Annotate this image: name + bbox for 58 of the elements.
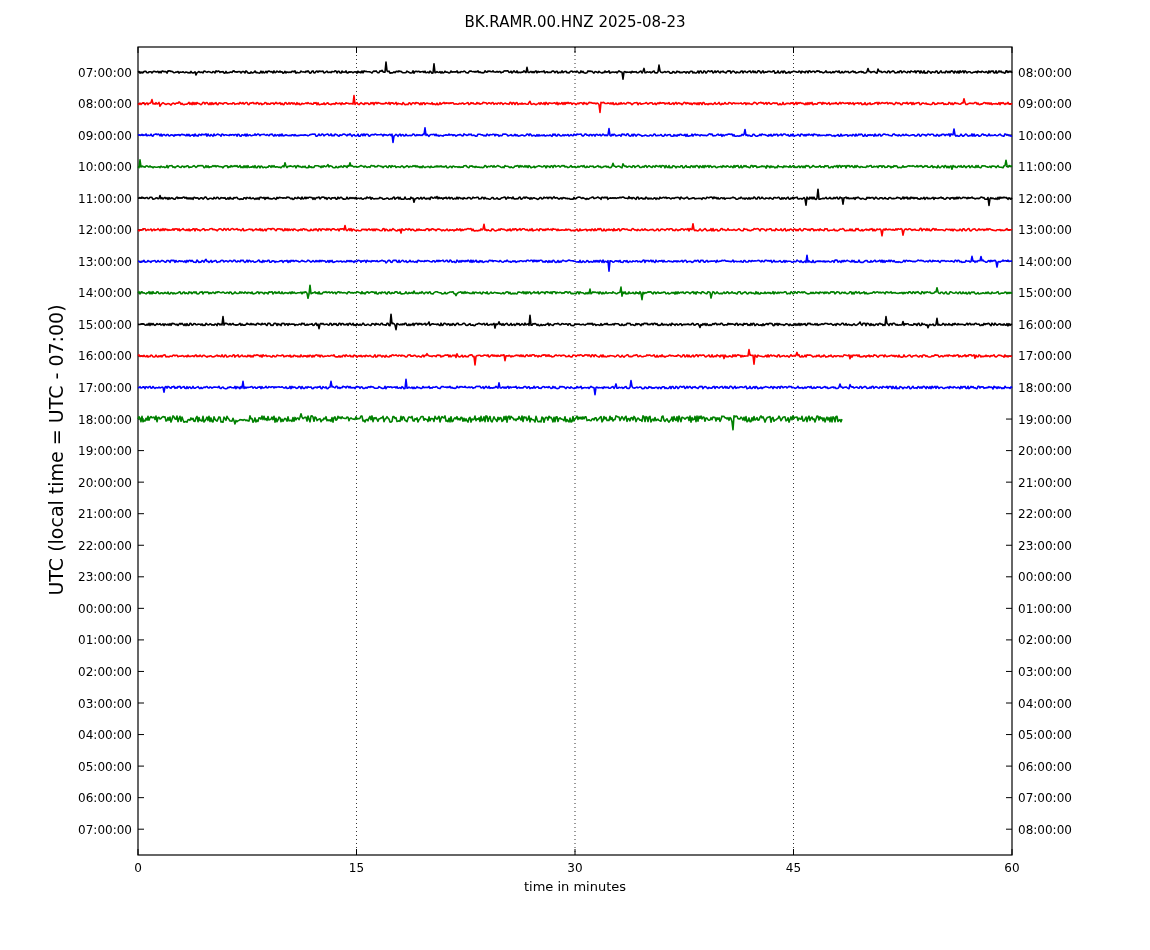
y-tick-label: 00:00:00 [1018, 570, 1072, 585]
y-tick-label: 15:00:00 [78, 317, 132, 332]
y-tick-label: 20:00:00 [78, 475, 132, 490]
y-tick-label: 19:00:00 [1018, 412, 1072, 427]
y-tick-label: 17:00:00 [78, 381, 132, 395]
y-tick-label: 07:00:00 [78, 822, 132, 837]
y-tick-label: 15:00:00 [1018, 286, 1072, 301]
y-tick-label: 21:00:00 [78, 507, 132, 522]
x-tick-label: 30 [567, 861, 583, 875]
y-tick-label: 03:00:00 [1018, 664, 1072, 679]
y-tick-label: 11:00:00 [78, 191, 132, 206]
x-tick-label: 15 [348, 861, 365, 875]
y-tick-label: 04:00:00 [1018, 696, 1072, 711]
y-tick-label: 14:00:00 [1018, 254, 1072, 269]
y-tick-label: 02:00:00 [1018, 633, 1072, 648]
y-tick-label: 19:00:00 [78, 444, 132, 459]
y-axis-label: UTC (local time = UTC - 07:00) [45, 304, 67, 596]
y-tick-label: 23:00:00 [78, 570, 132, 585]
y-tick-label: 09:00:00 [1018, 97, 1072, 112]
y-tick-label: 16:00:00 [78, 349, 132, 364]
y-tick-label: 09:00:00 [78, 128, 132, 143]
y-tick-label: 12:00:00 [1018, 191, 1072, 206]
y-tick-label: 16:00:00 [1018, 317, 1072, 332]
y-tick-label: 00:00:00 [78, 601, 132, 616]
y-tick-label: 08:00:00 [1018, 822, 1072, 837]
y-tick-label: 20:00:00 [1018, 444, 1072, 459]
x-axis-label: time in minutes [523, 879, 627, 894]
y-tick-label: 11:00:00 [1018, 160, 1072, 175]
y-tick-label: 01:00:00 [1018, 601, 1072, 616]
y-tick-label: 18:00:00 [78, 412, 132, 427]
y-tick-label: 18:00:00 [1018, 381, 1072, 395]
y-tick-label: 05:00:00 [1018, 728, 1072, 743]
x-tick-label: 60 [1004, 861, 1020, 875]
y-tick-label: 02:00:00 [78, 664, 132, 679]
y-tick-label: 07:00:00 [1018, 791, 1072, 806]
y-tick-label: 22:00:00 [1018, 507, 1072, 522]
y-tick-label: 06:00:00 [78, 791, 132, 806]
y-tick-label: 17:00:00 [1018, 349, 1072, 364]
y-tick-label: 04:00:00 [78, 728, 132, 743]
y-tick-label: 21:00:00 [1018, 475, 1072, 490]
y-tick-label: 07:00:00 [78, 65, 132, 80]
y-tick-label: 23:00:00 [1018, 538, 1072, 553]
y-tick-label: 14:00:00 [78, 286, 132, 301]
y-tick-label: 13:00:00 [78, 254, 132, 269]
chart-title: BK.RAMR.00.HNZ 2025-08-23 [464, 13, 686, 31]
y-tick-label: 06:00:00 [1018, 759, 1072, 774]
y-tick-label: 08:00:00 [78, 97, 132, 112]
x-tick-label: 0 [134, 861, 142, 875]
y-tick-label: 10:00:00 [78, 160, 132, 175]
y-tick-label: 12:00:00 [78, 223, 132, 238]
y-tick-label: 22:00:00 [78, 538, 132, 553]
y-tick-label: 13:00:00 [1018, 223, 1072, 238]
y-tick-label: 10:00:00 [1018, 128, 1072, 143]
x-tick-label: 45 [785, 861, 802, 875]
y-tick-label: 03:00:00 [78, 696, 132, 711]
y-tick-label: 01:00:00 [78, 633, 132, 648]
y-tick-label: 08:00:00 [1018, 65, 1072, 80]
y-tick-label: 05:00:00 [78, 759, 132, 774]
